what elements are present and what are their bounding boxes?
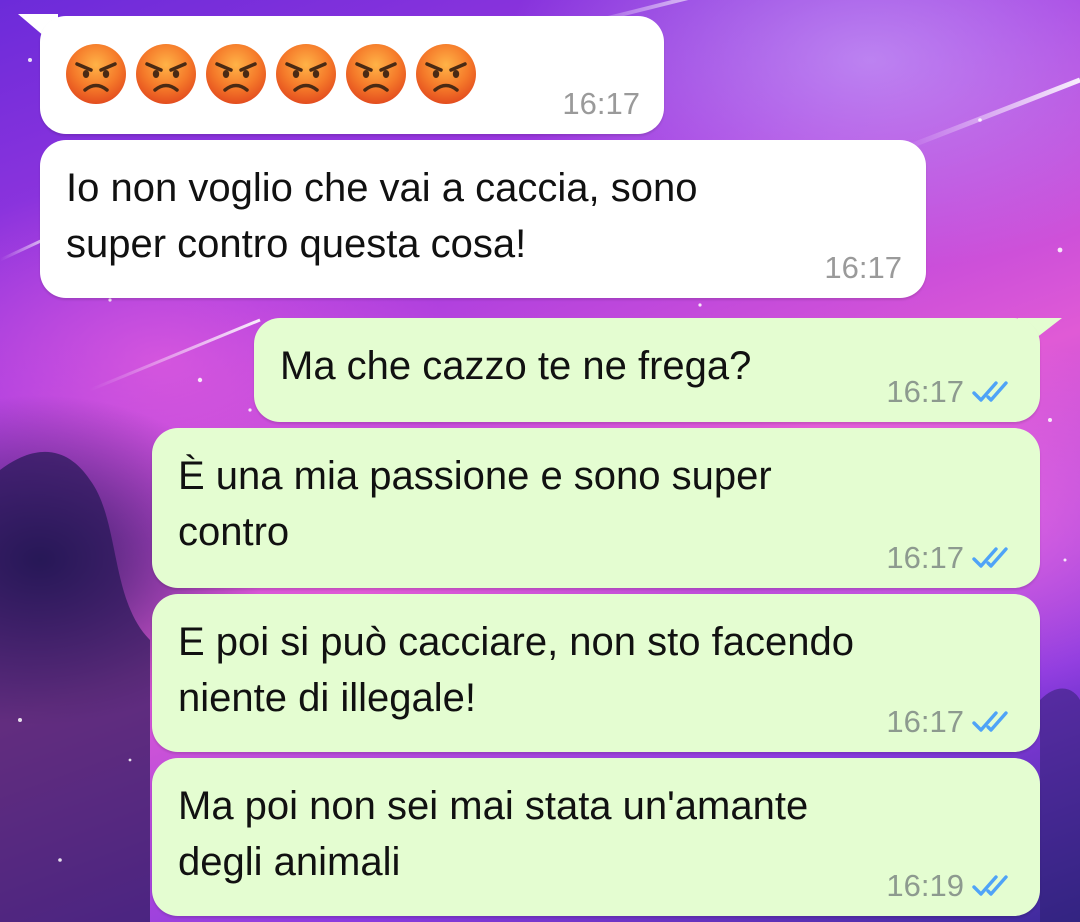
message-time: 16:17 — [886, 374, 964, 409]
double-check-read-icon — [972, 711, 1008, 732]
message-meta: 16:17 — [886, 704, 1016, 740]
message-meta: 16:17 — [886, 374, 1016, 410]
message-text: E poi si può cacciare, non sto facendo n… — [178, 620, 854, 720]
incoming-message-bubble[interactable]: Io non voglio che vai a caccia, sono sup… — [40, 140, 926, 298]
angry-face-icon — [274, 42, 338, 106]
message-time: 16:17 — [886, 704, 964, 739]
double-check-read-icon — [972, 547, 1008, 568]
message-text: Ma che cazzo te ne frega? — [280, 344, 752, 388]
emoji-row — [64, 42, 478, 106]
outgoing-message-bubble[interactable]: Ma poi non sei mai stata un'amante degli… — [152, 758, 1040, 916]
message-meta: 16:17 — [824, 250, 902, 286]
message-time: 16:17 — [886, 540, 964, 575]
angry-face-icon — [344, 42, 408, 106]
double-check-read-icon — [972, 381, 1008, 402]
message-time: 16:17 — [824, 250, 902, 285]
message-meta: 16:17 — [562, 86, 640, 122]
angry-face-icon — [134, 42, 198, 106]
angry-face-icon — [204, 42, 268, 106]
message-time: 16:17 — [562, 86, 640, 121]
message-text: Ma poi non sei mai stata un'amante degli… — [178, 784, 809, 884]
double-check-read-icon — [972, 875, 1008, 896]
outgoing-message-bubble[interactable]: Ma che cazzo te ne frega? 16:17 — [254, 318, 1040, 422]
message-meta: 16:17 — [886, 540, 1016, 576]
message-text: Io non voglio che vai a caccia, sono sup… — [66, 166, 698, 266]
outgoing-message-bubble[interactable]: E poi si può cacciare, non sto facendo n… — [152, 594, 1040, 752]
outgoing-message-bubble[interactable]: È una mia passione e sono super contro 1… — [152, 428, 1040, 588]
message-text: È una mia passione e sono super contro — [178, 454, 772, 554]
incoming-message-bubble[interactable]: 16:17 — [40, 16, 664, 134]
angry-face-icon — [414, 42, 478, 106]
message-time: 16:19 — [886, 868, 964, 903]
message-meta: 16:19 — [886, 868, 1016, 904]
angry-face-icon — [64, 42, 128, 106]
